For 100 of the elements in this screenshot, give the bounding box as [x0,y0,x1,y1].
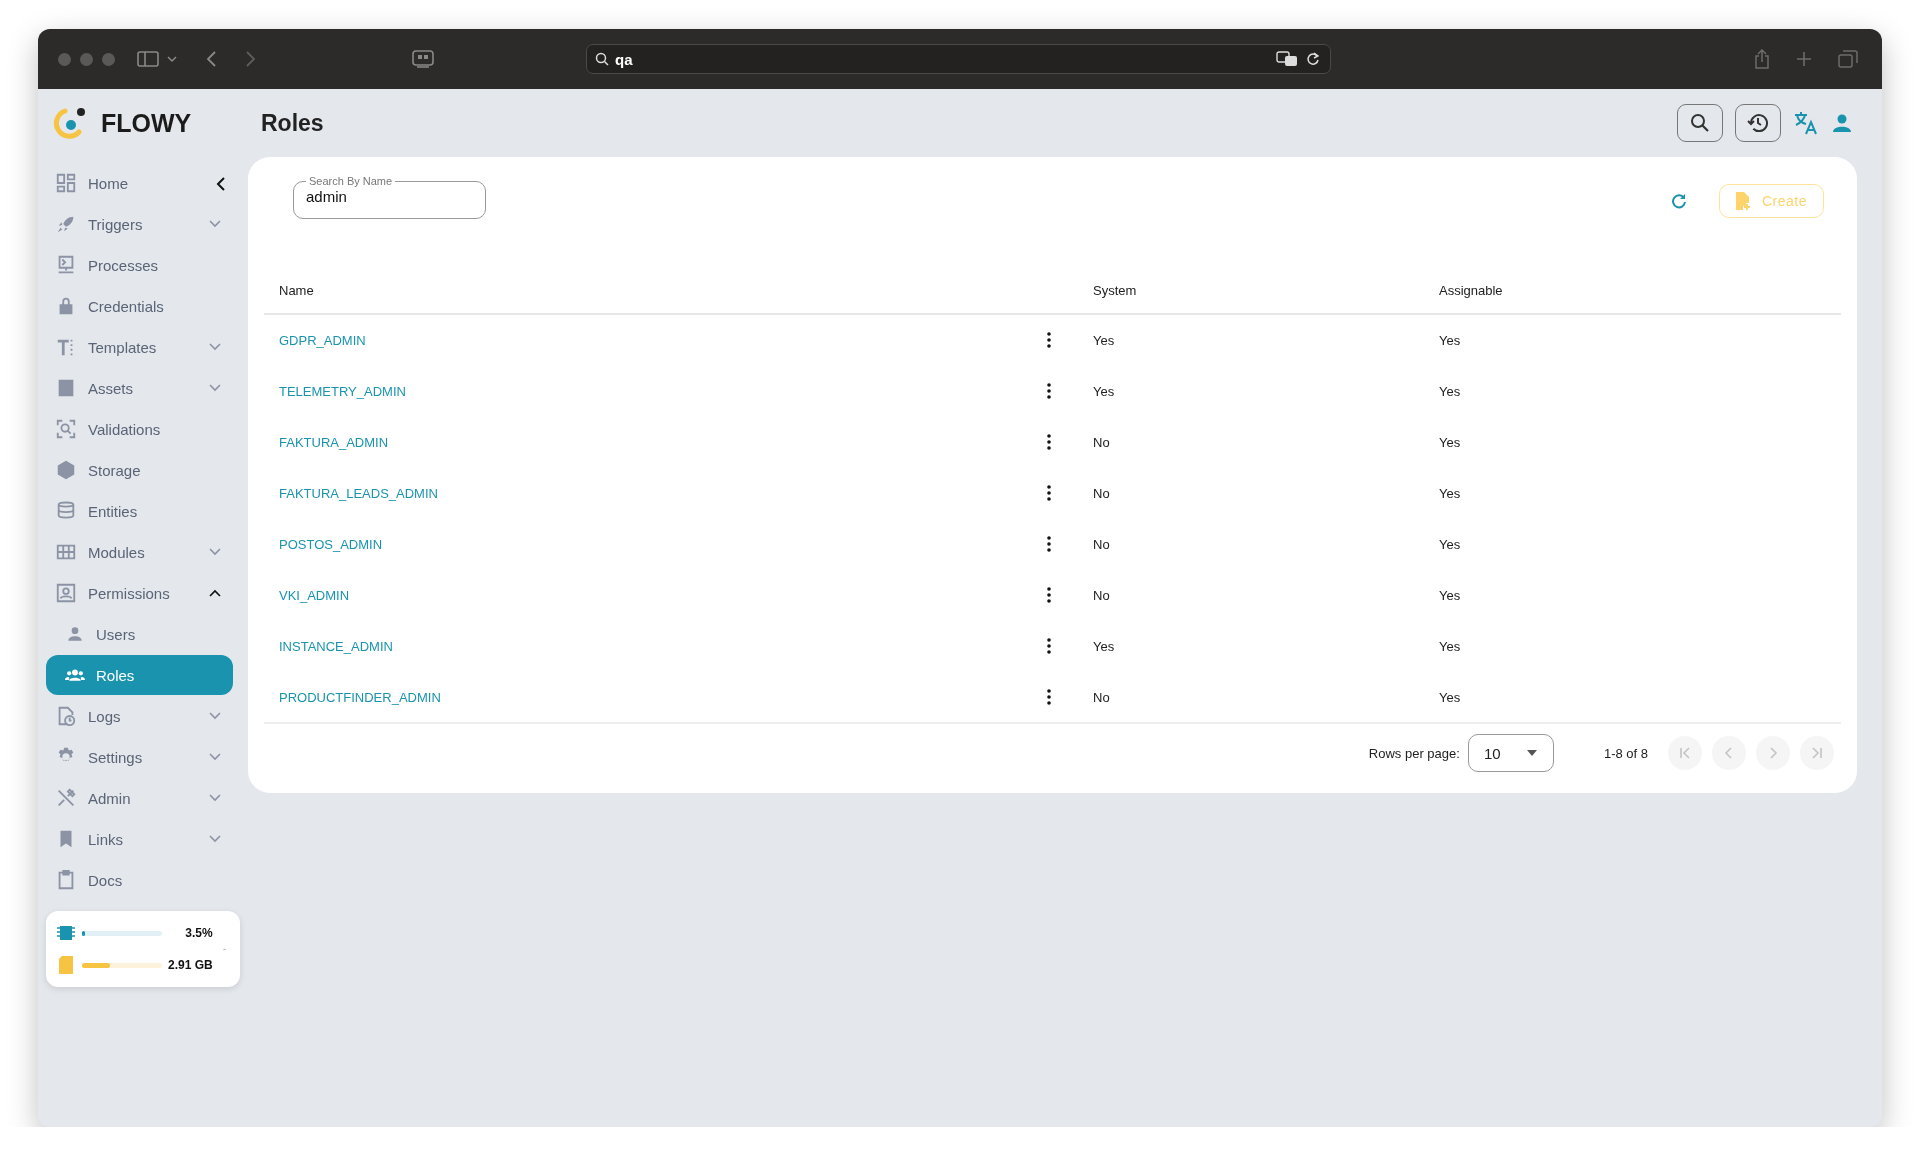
collapse-icon[interactable] [216,177,226,191]
more-icon[interactable] [1047,434,1051,450]
history-icon [1747,112,1769,134]
usage-reading: 2.91 GB [168,958,213,972]
chevron-down-icon[interactable] [209,753,221,761]
portrait-icon [55,582,77,604]
table-cell-text: Yes [1092,383,1115,399]
role-link[interactable]: FAKTURA_ADMIN [264,434,389,450]
address-bar[interactable]: qa [586,44,1331,74]
more-icon[interactable] [1047,689,1051,705]
reload-icon[interactable] [1306,51,1320,67]
role-link[interactable]: INSTANCE_ADMIN [264,638,393,654]
sidebar-toggle-icon[interactable] [137,50,159,68]
field-label: Search By Name [308,175,394,187]
rows-per-page-select[interactable]: 10 [1467,734,1554,772]
sidebar-item[interactable]: Assets [46,368,233,408]
sidebar-item[interactable]: Processes [46,245,233,285]
role-link[interactable]: TELEMETRY_ADMIN [264,383,406,399]
sidebar-item[interactable]: Validations [46,409,233,449]
refresh-icon[interactable] [1670,193,1687,209]
rows-per-page-label: Rows per page: [1368,745,1460,761]
chevron-down-icon[interactable] [209,548,221,556]
cube-icon [55,459,77,481]
user-icon [65,624,85,644]
chevron-down-icon[interactable] [209,835,221,843]
sidebar-item[interactable]: Permissions [46,573,233,613]
search-field[interactable]: Search By Name admin [293,175,486,219]
app-name: FLOWY [101,108,192,138]
search-input[interactable]: admin [306,188,473,205]
usage-reading: 3.5% [185,926,213,940]
table-cell-text: Yes [1438,332,1461,348]
chevron-down-icon[interactable] [209,220,221,228]
translate-icon[interactable] [1276,51,1298,67]
chevron-down-icon[interactable] [209,794,221,802]
role-link[interactable]: PRODUCTFINDER_ADMIN [264,689,441,705]
window-control-icon[interactable] [102,52,115,66]
role-link[interactable]: GDPR_ADMIN [264,332,366,348]
sidebar-item[interactable]: Storage [46,450,233,490]
chevron-down-icon[interactable] [209,712,221,720]
role-link[interactable]: POSTOS_ADMIN [264,536,383,552]
share-icon[interactable] [1754,49,1770,69]
table-cell-text: Yes [1092,638,1115,654]
table-cell-text: Yes [1438,383,1461,399]
table-cell-text: Yes [1438,587,1461,603]
table-cell-text: Yes [1438,689,1461,705]
page-title: Roles [261,109,324,137]
chevron-down-icon[interactable] [209,343,221,351]
sidebar-item[interactable]: Links [46,819,233,859]
role-link[interactable]: FAKTURA_LEADS_ADMIN [264,485,438,501]
more-icon[interactable] [1047,536,1051,552]
page-range: 1-8 of 8 [1603,745,1648,761]
more-icon[interactable] [1047,485,1051,501]
plus-icon[interactable] [1796,51,1812,67]
table-cell-text: Yes [1438,638,1461,654]
table-cell-text: Yes [1092,332,1115,348]
forward-icon[interactable] [245,50,257,68]
chip-icon [56,923,76,943]
table-cell-text: No [1092,689,1110,705]
history-button[interactable] [1735,104,1781,142]
sidebar-item[interactable]: Entities [46,491,233,531]
file-plus-icon [1733,191,1752,211]
sidebar-item[interactable]: Settings [46,737,233,777]
sidebar-item[interactable]: Triggers [46,204,233,244]
table-cell-text: Yes [1438,536,1461,552]
sidebar-item[interactable]: Templates [46,327,233,367]
grid-icon [55,172,77,194]
tools-icon [55,787,77,809]
user-icon[interactable] [1831,112,1853,134]
column-header: System [1092,282,1137,298]
table-cell-text: No [1092,587,1110,603]
caret-icon [1526,750,1537,756]
sidebar-item[interactable]: Admin [46,778,233,818]
more-icon[interactable] [1047,383,1051,399]
sidebar-item[interactable]: Docs [46,860,233,900]
more-icon[interactable] [1047,332,1051,348]
sidebar-item[interactable]: Users [46,614,233,654]
search-button[interactable] [1677,104,1723,142]
chevron-down-icon[interactable] [209,384,221,392]
back-icon[interactable] [205,50,217,68]
search-icon [595,52,609,66]
first-page-icon [1678,746,1692,760]
last-page-icon [1810,746,1824,760]
column-header: Assignable [1438,282,1503,298]
sidebar-item[interactable]: Credentials [46,286,233,326]
search-icon [1690,113,1710,133]
sidebar-item[interactable]: Roles [46,655,233,695]
sidebar-item[interactable]: Home [46,163,233,203]
tabs-icon[interactable] [1838,50,1858,68]
role-link[interactable]: VKI_ADMIN [264,587,350,603]
chevron-down-icon[interactable] [167,55,177,63]
more-icon[interactable] [1047,587,1051,603]
table-cell-text: No [1092,485,1110,501]
column-header: Name [278,282,314,298]
sidebar-item[interactable]: Modules [46,532,233,572]
more-icon[interactable] [1047,638,1051,654]
tab-overview-icon[interactable] [412,50,434,68]
table-cell-text: No [1092,434,1110,450]
window-control-icon[interactable] [58,52,71,66]
window-control-icon[interactable] [80,52,93,66]
sidebar-item[interactable]: Logs [46,696,233,736]
